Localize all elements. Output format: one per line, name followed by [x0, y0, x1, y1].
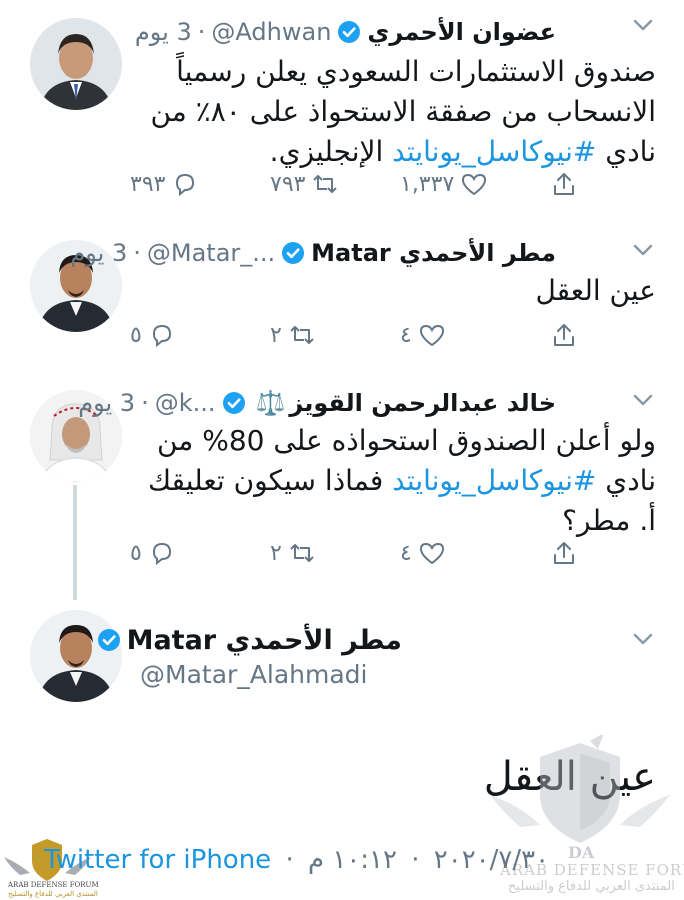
tweet-text: ولو أعلن الصندوق استحواذه على 80% من ناد… — [136, 421, 656, 541]
share-button[interactable] — [550, 317, 578, 353]
retweet-icon — [290, 544, 314, 562]
like-button[interactable]: ٤ — [400, 535, 446, 571]
reply-icon — [176, 173, 195, 197]
chevron-down-icon[interactable] — [630, 626, 656, 652]
chevron-down-icon[interactable] — [630, 12, 656, 38]
avatar-image — [30, 18, 122, 110]
tweet-1[interactable]: عضوان الأحمري @Adhwan · 3 يوم صندوق الاس… — [0, 0, 684, 220]
tweet-header: عضوان الأحمري @Adhwan · 3 يوم — [135, 14, 556, 50]
verified-badge-icon — [337, 20, 361, 44]
tweet-header: مطر الأحمدي Matar @Matar_... · 3 يوم — [70, 235, 556, 271]
handle[interactable]: @Adhwan — [211, 18, 331, 46]
tweet-meta: Twitter for iPhone · ٢٠٢٠/٧/٣٠ · ١٠:١٢ م — [44, 845, 549, 875]
retweet-button[interactable]: ٢ — [270, 535, 316, 571]
tweet-actions: ٥ ٢ ٤ — [130, 317, 580, 353]
reply-count: ٣٩٣ — [130, 171, 166, 197]
tweet-date[interactable]: ٢٠٢٠/٧/٣٠ — [434, 845, 549, 875]
display-name[interactable]: خالد عبدالرحمن القويز — [289, 389, 556, 417]
tweet-actions: ٥ ٢ ٤ — [130, 535, 580, 571]
forum-name-small: ARAB DEFENSE FORUM — [8, 881, 99, 889]
reply-icon — [152, 324, 171, 348]
share-icon — [554, 173, 574, 195]
handle[interactable]: @Matar_Alahmadi — [140, 660, 368, 689]
retweet-icon — [290, 326, 314, 344]
tweet-2[interactable]: مطر الأحمدي Matar @Matar_... · 3 يوم عين… — [0, 225, 684, 370]
forum-subtitle-small: المنتدى العربي للدفاع والتسليح — [8, 890, 98, 898]
reply-count: ٥ — [130, 322, 142, 348]
chevron-down-icon[interactable] — [630, 237, 656, 263]
share-icon — [554, 324, 574, 346]
separator-dot: · — [133, 239, 141, 267]
forum-watermark: DA ARAB DEFENSE FORUM المنتدى العربي للد… — [480, 733, 684, 900]
retweet-count: ٢ — [270, 322, 282, 348]
tweet-text-tail: الإنجليزي. — [269, 135, 393, 168]
tweet-header: مطر الأحمدي Matar — [91, 622, 402, 658]
display-name[interactable]: مطر الأحمدي Matar — [311, 239, 556, 267]
handle[interactable]: @Matar_... — [147, 239, 275, 267]
reply-count: ٥ — [130, 540, 142, 566]
hashtag-link[interactable]: #نيوكاسل_يونايتد — [392, 135, 596, 168]
tweet-actions: ٣٩٣ ٧٩٣ ١,٣٣٧ — [130, 166, 580, 202]
reply-button[interactable]: ٥ — [130, 535, 176, 571]
like-count: ٤ — [400, 322, 412, 348]
tweet-header: خالد عبدالرحمن القويز ⚖️ @k... · 3 يوم — [78, 385, 556, 421]
reply-icon — [152, 542, 171, 566]
reply-button[interactable]: ٣٩٣ — [130, 166, 199, 202]
avatar[interactable] — [30, 18, 122, 110]
heart-icon — [462, 173, 487, 196]
verified-badge-icon — [281, 241, 305, 265]
like-button[interactable]: ٤ — [400, 317, 446, 353]
timestamp[interactable]: 3 يوم — [70, 239, 127, 267]
chevron-down-icon[interactable] — [630, 387, 656, 413]
tweet-text: صندوق الاستثمارات السعودي يعلن رسمياً ال… — [126, 52, 656, 172]
verified-badge-icon — [97, 628, 121, 652]
retweet-count: ٧٩٣ — [270, 171, 306, 197]
retweet-count: ٢ — [270, 540, 282, 566]
forum-subtitle: المنتدى العربي للدفاع والتسليح — [508, 879, 675, 894]
share-icon — [554, 542, 574, 564]
share-button[interactable] — [550, 535, 578, 571]
like-button[interactable]: ١,٣٣٧ — [400, 166, 488, 202]
source-link[interactable]: Twitter for iPhone — [44, 845, 271, 875]
tweet-text: عين العقل — [136, 271, 656, 311]
separator-dot: · — [411, 845, 420, 875]
handle[interactable]: @k... — [155, 389, 216, 417]
scales-emoji: ⚖️ — [255, 389, 286, 417]
retweet-button[interactable]: ٢ — [270, 317, 316, 353]
forum-logo-text: DA — [568, 843, 595, 862]
tweet-text-body: عين العقل — [535, 274, 656, 307]
thread-line — [73, 485, 77, 600]
display-name[interactable]: عضوان الأحمري — [367, 18, 556, 46]
timestamp[interactable]: 3 يوم — [78, 389, 135, 417]
tweet-time[interactable]: ١٠:١٢ م — [308, 845, 397, 875]
heart-icon — [419, 324, 444, 347]
retweet-button[interactable]: ٧٩٣ — [270, 166, 339, 202]
timestamp[interactable]: 3 يوم — [135, 18, 192, 46]
heart-icon — [419, 542, 444, 565]
separator-dot: · — [141, 389, 149, 417]
retweet-icon — [313, 175, 338, 193]
share-button[interactable] — [550, 166, 578, 202]
display-name[interactable]: مطر الأحمدي Matar — [127, 625, 402, 656]
verified-badge-icon — [222, 391, 246, 415]
like-count: ٤ — [400, 540, 412, 566]
tweet-3[interactable]: خالد عبدالرحمن القويز ⚖️ @k... · 3 يوم و… — [0, 375, 684, 600]
hashtag-link[interactable]: #نيوكاسل_يونايتد — [392, 464, 596, 497]
like-count: ١,٣٣٧ — [400, 171, 455, 197]
separator-dot: · — [197, 18, 206, 46]
reply-button[interactable]: ٥ — [130, 317, 176, 353]
separator-dot: · — [285, 845, 294, 875]
